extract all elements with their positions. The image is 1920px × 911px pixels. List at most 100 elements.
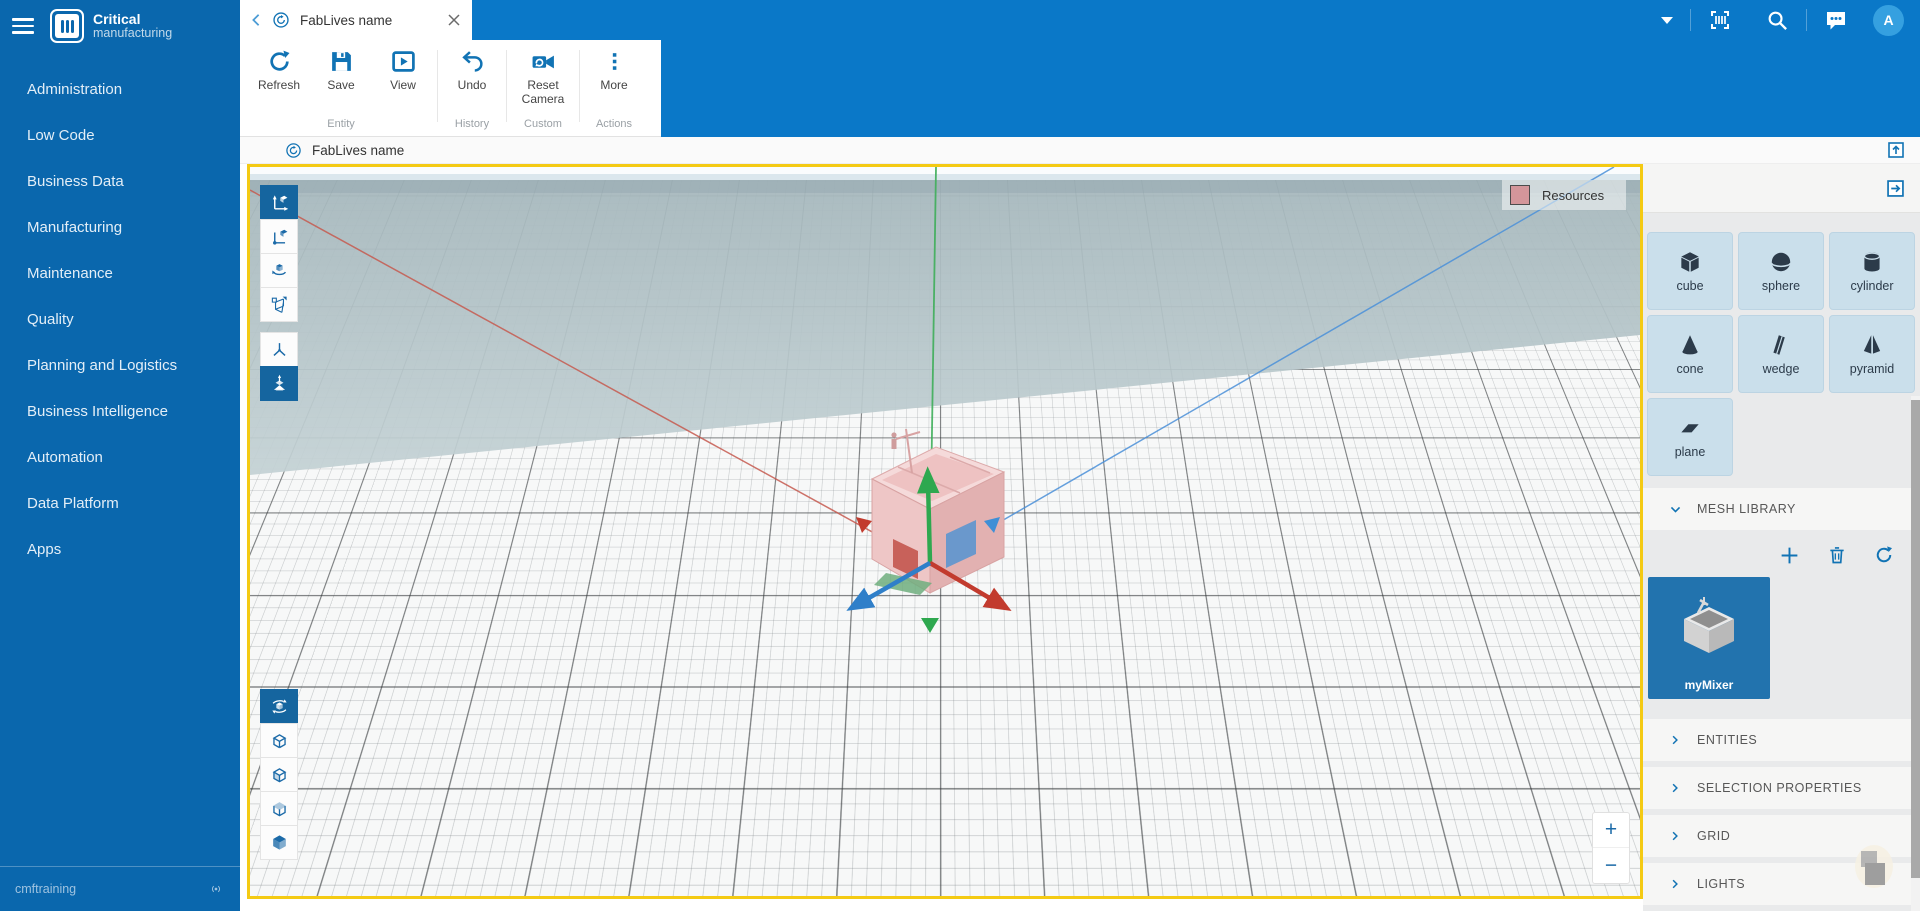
reset-camera-icon bbox=[531, 49, 556, 74]
more-dots-icon bbox=[602, 49, 627, 74]
chevron-down-icon[interactable] bbox=[1644, 8, 1690, 32]
fablive-icon bbox=[285, 142, 302, 159]
transform-toolbar bbox=[260, 186, 298, 401]
section-entities[interactable]: ENTITIES bbox=[1643, 719, 1920, 761]
toolbar-group-label: History bbox=[439, 118, 505, 130]
editor-side-panel: cube sphere cylinder cone wedge bbox=[1643, 164, 1920, 911]
section-selection-properties[interactable]: SELECTION PROPERTIES bbox=[1643, 767, 1920, 809]
breadcrumb-title: FabLives name bbox=[312, 143, 404, 158]
avatar[interactable]: A bbox=[1873, 5, 1904, 36]
scale-tool[interactable] bbox=[260, 287, 298, 322]
camera-toolbar bbox=[260, 690, 298, 860]
mesh-item-label: myMixer bbox=[1648, 678, 1770, 692]
front-view[interactable] bbox=[260, 757, 298, 792]
3d-viewport[interactable]: Resources bbox=[247, 164, 1643, 899]
collapse-panel-icon[interactable] bbox=[1887, 180, 1904, 197]
sidebar: Critical manufacturing Administration Lo… bbox=[0, 0, 240, 911]
shape-cube-button[interactable]: cube bbox=[1647, 232, 1733, 310]
resources-swatch bbox=[1510, 185, 1530, 205]
zoom-out-button[interactable]: − bbox=[1593, 848, 1629, 883]
side-view[interactable] bbox=[260, 791, 298, 826]
move-tool[interactable] bbox=[260, 185, 298, 220]
back-chevron-icon[interactable] bbox=[250, 13, 262, 27]
rotate-tool[interactable] bbox=[260, 253, 298, 288]
shape-cone-button[interactable]: cone bbox=[1647, 315, 1733, 393]
sidebar-item-apps[interactable]: Apps bbox=[0, 526, 240, 572]
toolbar-group-history: Undo History bbox=[439, 40, 505, 136]
perspective-view[interactable] bbox=[260, 723, 298, 758]
view-icon bbox=[391, 49, 416, 74]
toolbar-group-entity: Refresh Save View Entity bbox=[246, 40, 436, 136]
sidebar-item-low-code[interactable]: Low Code bbox=[0, 112, 240, 158]
loading-placeholder bbox=[1853, 843, 1895, 890]
plane-icon bbox=[1677, 415, 1703, 441]
sidebar-item-maintenance[interactable]: Maintenance bbox=[0, 250, 240, 296]
chevron-right-icon bbox=[1669, 782, 1681, 794]
panel-scrollbar[interactable] bbox=[1911, 396, 1920, 911]
menu-hamburger-icon[interactable] bbox=[12, 18, 34, 34]
tab-fablives[interactable]: FabLives name bbox=[240, 0, 472, 40]
sidebar-item-planning-logistics[interactable]: Planning and Logistics bbox=[0, 342, 240, 388]
pyramid-icon bbox=[1859, 332, 1885, 358]
open-in-window-icon[interactable] bbox=[1888, 142, 1904, 158]
sidebar-item-manufacturing[interactable]: Manufacturing bbox=[0, 204, 240, 250]
search-icon[interactable] bbox=[1749, 8, 1806, 32]
mesh-tools bbox=[1643, 530, 1920, 577]
mesh-item-mymixer[interactable]: myMixer bbox=[1648, 577, 1770, 699]
toolbar-group-actions: More Actions bbox=[581, 40, 647, 136]
shape-plane-button[interactable]: plane bbox=[1647, 398, 1733, 476]
orbit-camera[interactable] bbox=[260, 689, 298, 724]
fablive-icon bbox=[272, 11, 290, 29]
chevron-right-icon bbox=[1669, 734, 1681, 746]
solid-render[interactable] bbox=[260, 825, 298, 860]
refresh-mesh-button[interactable] bbox=[1874, 545, 1894, 566]
move-snap-tool[interactable] bbox=[260, 219, 298, 254]
chevron-right-icon bbox=[1669, 830, 1681, 842]
command-toolbar: Refresh Save View Entity bbox=[240, 40, 661, 137]
toolbar-group-label: Entity bbox=[246, 118, 436, 130]
barcode-scan-icon[interactable] bbox=[1691, 8, 1749, 32]
sidebar-item-automation[interactable]: Automation bbox=[0, 434, 240, 480]
cone-icon bbox=[1677, 332, 1703, 358]
save-icon bbox=[329, 49, 354, 74]
logo-text-light: manufacturing bbox=[93, 27, 172, 40]
toolbar-group-custom: Reset Camera Custom bbox=[508, 40, 578, 136]
toolbar-group-label: Actions bbox=[581, 118, 647, 130]
toolbar-group-label: Custom bbox=[508, 118, 578, 130]
mesh-library-label: MESH LIBRARY bbox=[1697, 502, 1796, 516]
shape-cylinder-button[interactable]: cylinder bbox=[1829, 232, 1915, 310]
floor-grid bbox=[250, 167, 1640, 896]
undo-icon bbox=[460, 49, 485, 74]
axes-helper[interactable] bbox=[260, 332, 298, 367]
wedge-icon bbox=[1768, 332, 1794, 358]
sidebar-item-business-data[interactable]: Business Data bbox=[0, 158, 240, 204]
add-mesh-button[interactable] bbox=[1779, 545, 1800, 566]
critical-manufacturing-logo-icon bbox=[50, 9, 84, 43]
sidebar-item-business-intelligence[interactable]: Business Intelligence bbox=[0, 388, 240, 434]
cylinder-icon bbox=[1859, 249, 1885, 275]
origin-helper[interactable] bbox=[260, 366, 298, 401]
sidebar-item-quality[interactable]: Quality bbox=[0, 296, 240, 342]
sidebar-item-data-platform[interactable]: Data Platform bbox=[0, 480, 240, 526]
shape-pyramid-button[interactable]: pyramid bbox=[1829, 315, 1915, 393]
zoom-controls: + − bbox=[1592, 812, 1630, 884]
app-logo[interactable]: Critical manufacturing bbox=[50, 9, 172, 43]
delete-mesh-button[interactable] bbox=[1827, 545, 1847, 566]
top-header: FabLives name Refresh Save bbox=[240, 0, 1920, 137]
shape-sphere-button[interactable]: sphere bbox=[1738, 232, 1824, 310]
shape-wedge-button[interactable]: wedge bbox=[1738, 315, 1824, 393]
header-icons: A bbox=[1644, 0, 1904, 40]
chat-icon[interactable] bbox=[1807, 8, 1865, 32]
scrollbar-thumb[interactable] bbox=[1911, 400, 1920, 878]
sidebar-nav: Administration Low Code Business Data Ma… bbox=[0, 66, 240, 572]
legend-label: Resources bbox=[1542, 188, 1604, 203]
logo-text-bold: Critical bbox=[93, 12, 172, 27]
mesh-library-section[interactable]: MESH LIBRARY bbox=[1643, 488, 1920, 530]
broadcast-icon bbox=[207, 880, 225, 898]
environment-name: cmftraining bbox=[15, 882, 76, 896]
primitive-shapes: cube sphere cylinder cone wedge bbox=[1647, 232, 1916, 476]
sidebar-footer: cmftraining bbox=[0, 866, 240, 911]
close-icon[interactable] bbox=[448, 14, 460, 26]
sidebar-item-administration[interactable]: Administration bbox=[0, 66, 240, 112]
zoom-in-button[interactable]: + bbox=[1593, 813, 1629, 848]
